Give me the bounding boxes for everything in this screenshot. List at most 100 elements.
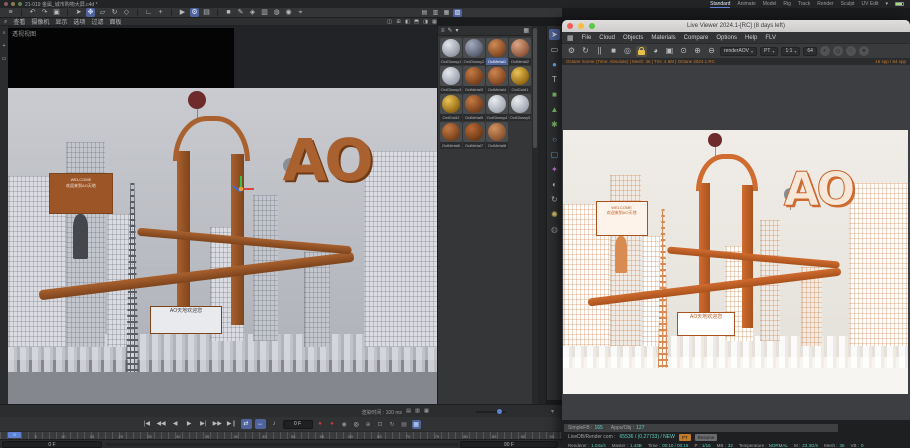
range-start-field[interactable]: 0 F — [2, 441, 102, 448]
view-quad-icon[interactable]: ⊞ — [395, 19, 402, 26]
move-tool-icon[interactable]: ✥ — [86, 8, 95, 17]
edit-menu-icon[interactable]: ✎ — [448, 28, 453, 34]
focus-picker-icon[interactable]: ◎ — [622, 46, 633, 57]
play-button[interactable]: ▶ — [184, 419, 195, 429]
viewport-menu-item-5[interactable]: 面板 — [109, 17, 121, 26]
denoise-button[interactable]: ⊙ — [833, 46, 843, 56]
pause-render-icon[interactable]: || — [594, 46, 605, 57]
layout-tab-render[interactable]: Render — [817, 1, 833, 8]
render-pass-select[interactable]: renderAOV▾ — [720, 47, 757, 56]
layout-tab-animate[interactable]: Animate — [737, 1, 755, 8]
pla-key-toggle[interactable]: ▦ — [412, 420, 421, 429]
timeline-ruler[interactable]: 05101520253035404550556065707580859095 — [0, 431, 562, 439]
current-frame-field[interactable]: 0 F — [283, 420, 313, 429]
menu-options[interactable]: Options — [716, 35, 737, 41]
sphere-primitive-icon[interactable]: ● — [549, 59, 560, 70]
panel-icon[interactable]: ▭ — [1, 56, 8, 63]
preview-size-slider[interactable] — [476, 411, 506, 413]
perspective-viewport[interactable]: 透视视图 AOWELCOME欢迎来到AO天地AO天地欢迎您 — [8, 26, 437, 404]
rotate-tool-icon[interactable]: ↻ — [110, 8, 119, 17]
prev-key-button[interactable]: ◀◀ — [155, 419, 166, 429]
range-toggle[interactable]: ↔ — [255, 419, 266, 429]
material-item[interactable]: OctMetal7 — [463, 122, 485, 149]
rotation-key-toggle[interactable]: ↻ — [388, 420, 397, 429]
menu-cloud[interactable]: Cloud — [599, 35, 615, 41]
goto-end-button[interactable]: ▶❙ — [226, 419, 238, 429]
keyframe-record-button[interactable]: ● — [328, 420, 337, 429]
material-item[interactable]: OctMetal3 — [463, 66, 485, 93]
lock-resolution-icon[interactable] — [636, 46, 647, 57]
settings-gear-icon[interactable]: ⚙ — [566, 46, 577, 57]
tracker-icon[interactable]: ⌖ — [296, 8, 305, 17]
viewport-menu-item-3[interactable]: 选项 — [73, 17, 85, 26]
view-all-icon[interactable]: ▦ — [431, 19, 438, 26]
material-item[interactable]: OctMetal8 — [486, 122, 508, 149]
material-item[interactable]: OctGlossy2 — [463, 38, 485, 65]
clay-mode-button[interactable]: ◌ — [846, 46, 856, 56]
next-key-button[interactable]: ▶▶ — [212, 419, 223, 429]
restart-render-icon[interactable]: ↻ — [580, 46, 591, 57]
spline-rect-icon[interactable]: ▢ — [549, 149, 560, 160]
view-left-icon[interactable]: ◧ — [404, 19, 411, 26]
prev-frame-button[interactable]: ◀ — [170, 419, 181, 429]
material-item[interactable]: OctMetal5 — [463, 94, 485, 121]
menu-file[interactable]: File — [582, 35, 592, 41]
scale-select[interactable]: 1:1▾ — [781, 47, 800, 56]
field-icon[interactable]: ▥ — [260, 8, 269, 17]
menu-flv[interactable]: FLV — [765, 35, 776, 41]
status-badge[interactable]: PT — [679, 434, 691, 441]
material-item[interactable]: OctMetal4 — [486, 66, 508, 93]
live-selection-icon[interactable]: ➤ — [74, 8, 83, 17]
view-single-icon[interactable]: ◫ — [386, 19, 393, 26]
panel-layout-2-icon[interactable]: ▥ — [431, 9, 440, 17]
material-item[interactable]: OctGold1 — [509, 66, 531, 93]
live-viewer-titlebar[interactable]: Live Viewer 2024.1-[RC] (8 days left) — [562, 20, 910, 32]
autokey-button[interactable]: ◉ — [340, 420, 349, 429]
last-tool-icon[interactable]: ◇ — [122, 8, 131, 17]
view-top-icon[interactable]: ⬒ — [413, 19, 420, 26]
search-icon[interactable]: ⌕ — [1, 30, 8, 37]
goto-start-button[interactable]: |◀ — [141, 419, 152, 429]
render-queue-icon[interactable]: ▤ — [202, 8, 211, 17]
c4d-titlebar[interactable]: 21-019 金属_城市购物大屏.c4d * — [0, 0, 562, 8]
parameter-key-toggle[interactable]: ▤ — [400, 420, 409, 429]
viewport-menu-item-0[interactable]: 查看 — [13, 17, 25, 26]
menu-materials[interactable]: Materials — [651, 35, 675, 41]
viewport-menu-item-4[interactable]: 过滤 — [91, 17, 103, 26]
render-viewport[interactable]: AOWELCOME欢迎来到AO天地AO天地欢迎您 — [562, 65, 910, 420]
undo-icon[interactable]: ↶ — [28, 8, 37, 17]
view-right-icon[interactable]: ◨ — [422, 19, 429, 26]
viewport-menu-item-2[interactable]: 显示 — [55, 17, 67, 26]
region-render-icon[interactable]: ▣ — [664, 46, 675, 57]
orbit-view-icon[interactable]: ↻ — [549, 194, 560, 205]
record-button[interactable]: ● — [316, 420, 325, 429]
generator-icon[interactable]: ✱ — [549, 119, 560, 130]
viewport-menu-item-1[interactable]: 摄像机 — [31, 17, 49, 26]
material-item[interactable]: OctGlossy3 — [440, 66, 462, 93]
redo-icon[interactable]: ↷ — [40, 8, 49, 17]
viewport-search-icon[interactable]: ⌕ — [4, 19, 7, 25]
pen-spline-icon[interactable]: ✎ — [236, 8, 245, 17]
panel-layout-4-icon[interactable]: ▧ — [453, 9, 462, 17]
material-item[interactable]: OctGlossy5 — [509, 94, 531, 121]
volume-icon[interactable]: ◍ — [272, 8, 281, 17]
hud-toggle-icon[interactable]: ▤ — [405, 408, 412, 415]
pyramid-primitive-icon[interactable]: ▲ — [549, 104, 560, 115]
axis-lock-icon[interactable]: + — [156, 8, 165, 17]
mograph-icon[interactable]: ◈ — [248, 8, 257, 17]
range-track[interactable] — [106, 443, 458, 446]
grid-toggle-icon[interactable]: ▥ — [414, 408, 421, 415]
layout-tab-rig[interactable]: Rig — [783, 1, 791, 8]
minimize-window-icon[interactable] — [11, 2, 15, 6]
sort-menu-icon[interactable]: ▾ — [456, 28, 459, 34]
material-item[interactable]: OctGlossy4 — [486, 94, 508, 121]
coord-system-icon[interactable]: ∟ — [144, 8, 153, 17]
material-ball-icon[interactable]: ◕ — [650, 46, 661, 57]
zoom-in-icon[interactable]: ⊕ — [692, 46, 703, 57]
save-image-button[interactable]: ● — [859, 46, 869, 56]
panel-layout-3-icon[interactable]: ▦ — [442, 9, 451, 17]
environment-icon[interactable]: ◍ — [549, 224, 560, 235]
layout-tab-standard[interactable]: Standard — [710, 1, 730, 8]
zoom-out-icon[interactable]: ⊖ — [706, 46, 717, 57]
filter-toggle-icon[interactable]: ▦ — [423, 408, 430, 415]
